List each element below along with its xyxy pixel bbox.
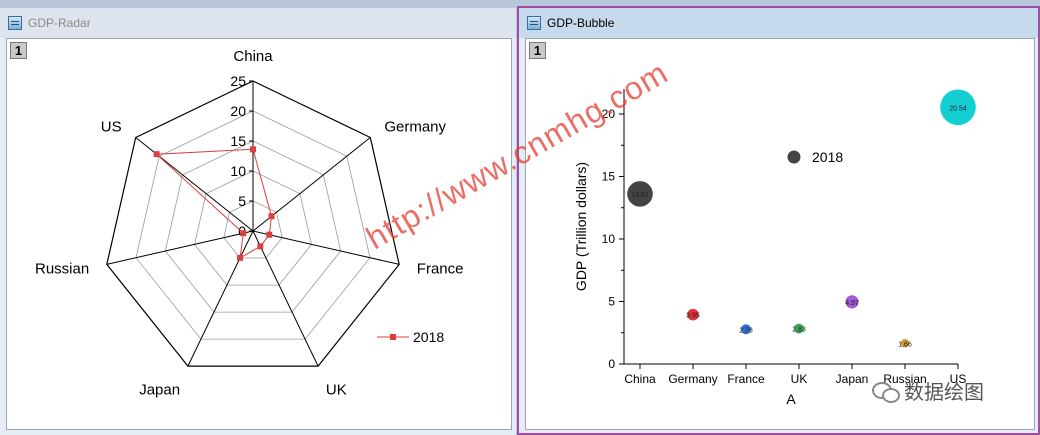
radar-spoke xyxy=(187,230,254,367)
radar-tick-label: 15 xyxy=(230,133,246,149)
x-tick-label: France xyxy=(727,372,765,386)
bubble-data-label: 1.66 xyxy=(898,341,912,348)
bubble-data-label: 3.95 xyxy=(686,313,700,320)
radar-category-label: US xyxy=(101,118,122,135)
x-tick-label: China xyxy=(624,372,656,386)
bubble-window-titlebar[interactable]: GDP-Bubble xyxy=(519,8,1038,38)
bubble-window-title: GDP-Bubble xyxy=(547,16,615,30)
wechat-icon xyxy=(872,380,900,403)
radar-data-point xyxy=(266,231,273,238)
layer-indicator[interactable]: 1 xyxy=(10,42,27,59)
bubble-legend-label: 2018 xyxy=(812,149,843,165)
wechat-badge-text: 数据绘图 xyxy=(904,382,984,404)
y-tick-label: 5 xyxy=(608,295,615,309)
radar-window-title: GDP-Radar xyxy=(28,16,91,30)
radar-spoke xyxy=(252,230,319,367)
y-tick-label: 10 xyxy=(602,232,616,246)
x-tick-label: Germany xyxy=(668,372,717,386)
bubble-data-label: 2.83 xyxy=(792,327,806,334)
bubble-data-label: 2.78 xyxy=(739,327,753,334)
radar-spoke xyxy=(106,230,254,265)
radar-window-titlebar[interactable]: GDP-Radar xyxy=(0,8,516,38)
radar-data-point xyxy=(153,151,160,158)
radar-data-point xyxy=(257,243,264,250)
radar-data-point xyxy=(240,230,247,237)
radar-category-label: China xyxy=(233,48,273,65)
radar-category-label: Germany xyxy=(384,118,446,135)
layer-indicator[interactable]: 1 xyxy=(529,42,546,59)
y-tick-label: 0 xyxy=(608,357,615,371)
bubble-data-label: 20.54 xyxy=(949,105,967,112)
wechat-badge: 数据绘图 xyxy=(872,376,984,405)
graph-window-icon xyxy=(8,16,22,30)
x-tick-label: Japan xyxy=(836,372,869,386)
radar-series-line xyxy=(155,148,273,259)
radar-data-point xyxy=(237,254,244,261)
radar-legend-label: 2018 xyxy=(413,329,444,345)
y-tick-label: 15 xyxy=(602,170,616,184)
radar-data-point xyxy=(250,146,256,153)
y-axis-label: GDP (Trillion dollars) xyxy=(573,162,589,291)
bubble-data-label: 4.97 xyxy=(845,300,859,307)
radar-spoke xyxy=(135,137,254,232)
radar-category-label: France xyxy=(417,260,464,277)
radar-tick-label: 25 xyxy=(230,73,246,89)
bubble-data-label: 13.61 xyxy=(631,192,649,199)
radar-category-label: Russian xyxy=(35,260,89,277)
graph-window-icon xyxy=(527,16,541,30)
radar-category-label: Japan xyxy=(139,381,180,398)
x-axis-label: A xyxy=(786,391,796,407)
radar-graph-page[interactable]: 1 0510152025ChinaGermanyFranceUKJapanRus… xyxy=(6,38,512,430)
radar-data-point xyxy=(268,213,275,220)
radar-tick-label: 5 xyxy=(238,193,246,209)
radar-category-label: UK xyxy=(326,381,347,398)
bubble-window[interactable]: GDP-Bubble 1 0 5 10 15 20 China Germany France U… xyxy=(517,6,1040,435)
radar-tick-label: 20 xyxy=(230,103,246,119)
radar-legend-marker xyxy=(390,334,396,340)
x-tick-label: UK xyxy=(791,372,808,386)
bubble-legend-marker xyxy=(787,150,801,164)
radar-chart: 0510152025ChinaGermanyFranceUKJapanRussi… xyxy=(35,48,464,398)
radar-tick-label: 10 xyxy=(230,163,246,179)
